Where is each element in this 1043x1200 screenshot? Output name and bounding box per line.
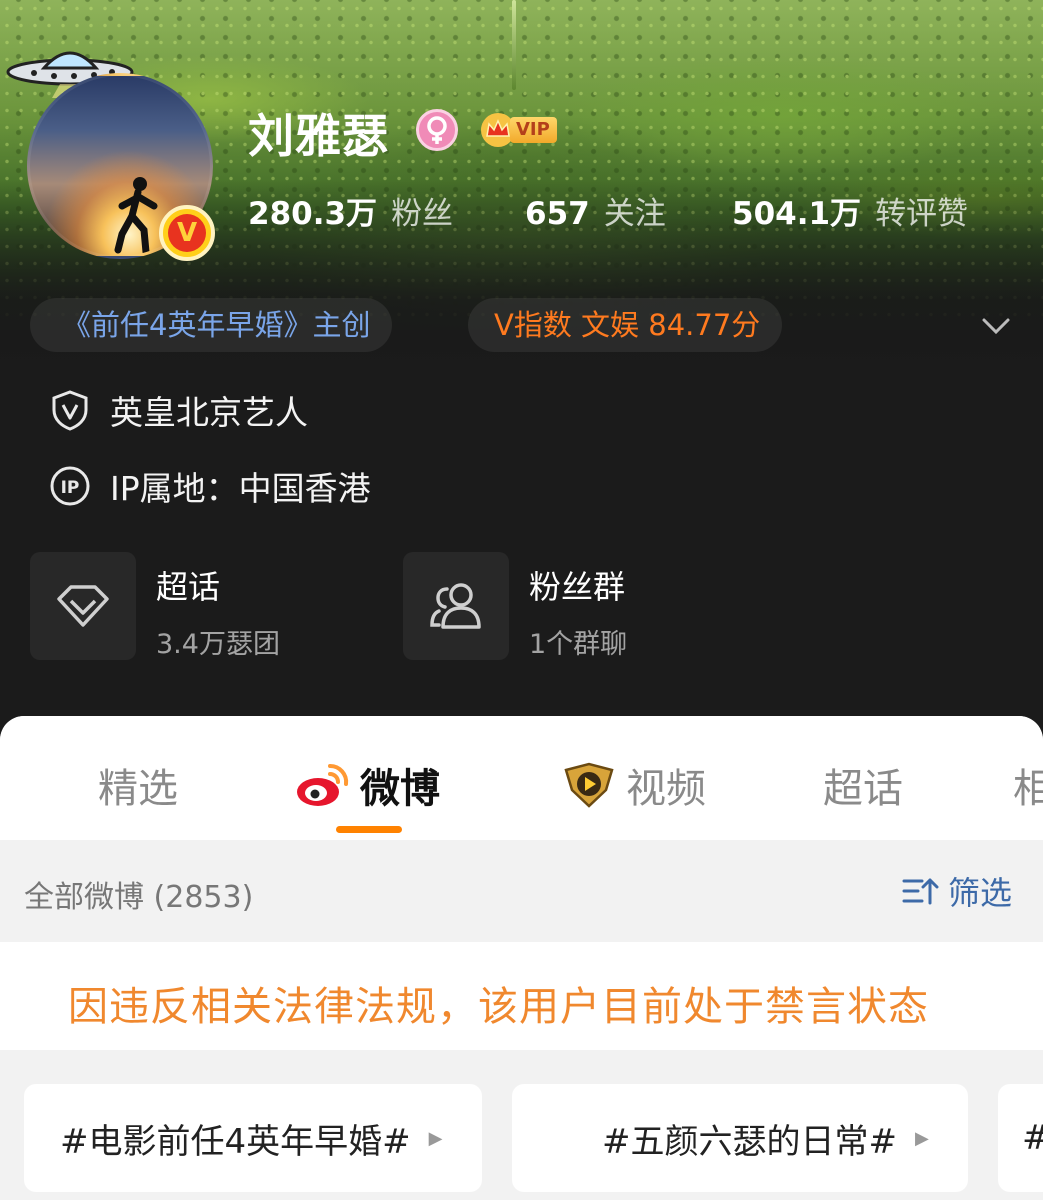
female-icon <box>416 109 458 151</box>
profile-name: 刘雅瑟 <box>248 109 389 163</box>
vip-label: VIP <box>510 117 557 143</box>
company-info: 英皇北京艺人 <box>48 386 308 434</box>
video-badge-icon <box>564 762 614 808</box>
topic-list: #电影前任4英年早婚#▶ #五颜六瑟的日常#▶ # <box>0 1050 1043 1200</box>
vip-badge[interactable]: VIP <box>480 110 557 150</box>
fan-group-title: 粉丝群 <box>529 568 626 606</box>
super-topic-sub: 3.4万瑟团 <box>156 629 280 660</box>
stat-reposts-likes[interactable]: 504.1万 转评赞 <box>732 188 968 233</box>
chevron-down-icon[interactable] <box>978 308 1014 344</box>
active-tab-indicator <box>336 826 402 833</box>
fan-group-entry[interactable]: 粉丝群 1个群聊 <box>403 552 627 661</box>
ip-location-text: IP属地：中国香港 <box>110 469 371 508</box>
shield-v-icon <box>52 390 88 431</box>
feed-filter-bar: 全部微博 (2853) 筛选 <box>0 840 1043 940</box>
play-arrow-icon: ▶ <box>914 1127 929 1149</box>
topic-card[interactable]: #电影前任4英年早婚# ▶ <box>24 1084 482 1192</box>
tab-super-topic[interactable]: 超话 <box>823 756 903 814</box>
play-arrow-icon: ▶ <box>428 1127 443 1149</box>
stat-following[interactable]: 657 关注 <box>525 188 732 233</box>
profile-stats: 280.3万 粉丝 657 关注 504.1万 转评赞 <box>248 188 968 233</box>
fan-group-sub: 1个群聊 <box>529 629 628 660</box>
stat-fans[interactable]: 280.3万 粉丝 <box>248 188 525 233</box>
verified-badge-icon: V <box>159 205 215 261</box>
topic-card[interactable]: #五颜六瑟的日常# ▶ <box>512 1084 968 1192</box>
company-text: 英皇北京艺人 <box>110 393 308 432</box>
ip-icon: IP <box>50 466 90 506</box>
tab-video[interactable]: 视频 <box>560 756 706 814</box>
all-posts-count: 全部微博 (2853) <box>24 880 254 915</box>
super-topic-title: 超话 <box>156 568 221 606</box>
weibo-logo-icon <box>297 763 349 806</box>
ban-notice: 因违反相关法律法规，该用户目前处于禁言状态 <box>0 942 1043 1050</box>
group-icon <box>430 583 481 629</box>
filter-sort-icon <box>902 878 939 905</box>
content-panel: 精选 微博 视频 超话 相 全部微博 (2853) 筛选 因违反相关法律法规，该… <box>0 716 1043 1200</box>
ban-notice-text: 因违反相关法律法规，该用户目前处于禁言状态 <box>68 984 929 1030</box>
super-topic-entry[interactable]: 超话 3.4万瑟团 <box>30 552 280 661</box>
work-tag[interactable]: 《前任4英年早婚》主创 <box>30 298 393 352</box>
tab-weibo[interactable]: 微博 <box>294 756 440 814</box>
ip-info: IP IP属地：中国香港 <box>48 462 371 510</box>
svg-text:IP: IP <box>61 478 80 498</box>
tab-bar: 精选 微博 视频 超话 相 <box>0 716 1043 840</box>
filter-button[interactable]: 筛选 <box>902 868 1012 914</box>
tab-featured[interactable]: 精选 <box>98 756 178 814</box>
diamond-icon <box>57 585 109 627</box>
v-index-tag[interactable]: V指数 文娱 84.77分 <box>468 298 783 352</box>
topic-card[interactable]: # <box>998 1084 1043 1192</box>
tab-album-partial[interactable]: 相 <box>1013 756 1043 814</box>
